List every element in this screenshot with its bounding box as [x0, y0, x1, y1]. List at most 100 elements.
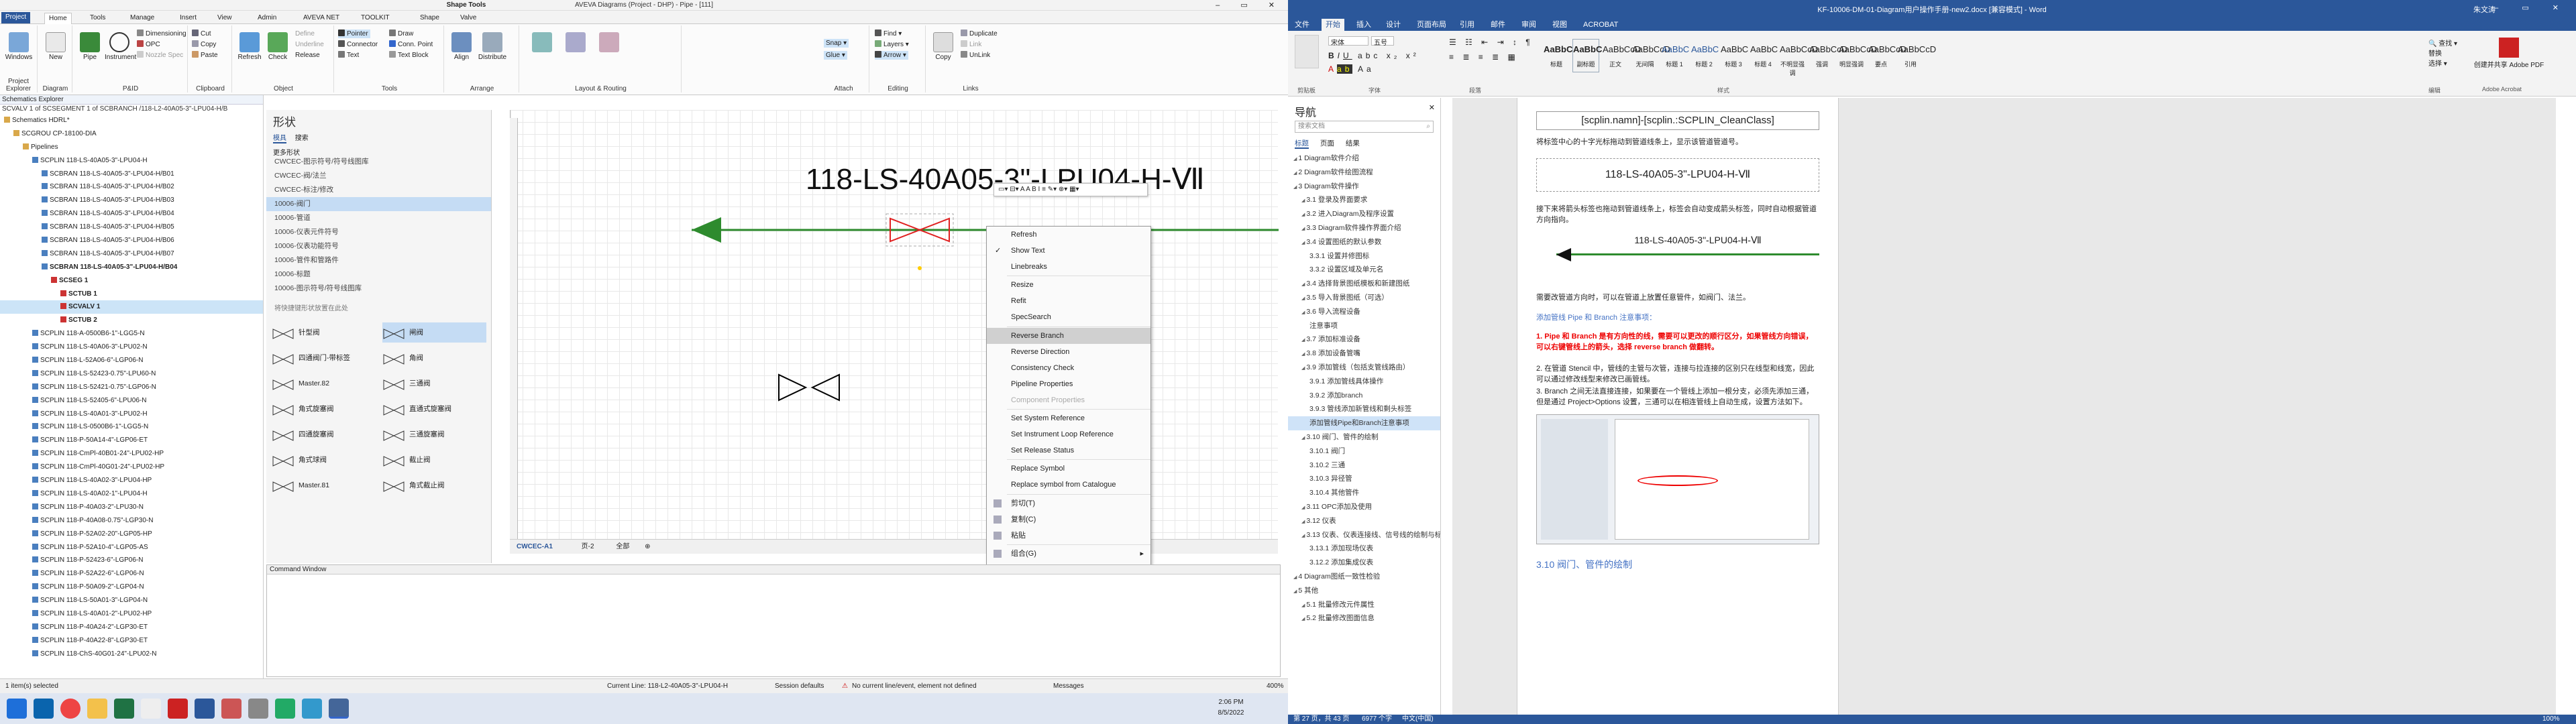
tree-item[interactable]: SCPLIN 118-L-52A06-6"-LGP06-N: [0, 354, 263, 367]
paste-button[interactable]: Paste: [192, 51, 218, 60]
tree-item[interactable]: SCPLIN 118-P-50A14-4"-LGP06-ET: [0, 434, 263, 447]
context-menu-item[interactable]: Component Properties: [987, 392, 1150, 408]
find-replace[interactable]: 🔍 查找 ▾ 替换 选择 ▾: [2428, 38, 2457, 68]
stencil-shape[interactable]: 闸阀: [382, 322, 486, 343]
word-tab-2[interactable]: 插入: [1352, 19, 1375, 31]
explorer-filter[interactable]: SCVALV 1 of SCSEGMENT 1 of SCBRANCH /118…: [0, 105, 263, 114]
aveva-icon[interactable]: [329, 699, 349, 719]
acrobat-create-pdf[interactable]: 创建并共享 Adobe PDF: [2469, 38, 2549, 69]
tree-item[interactable]: SCBRAN 118-LS-40A05-3"-LPU04-H/B01: [0, 168, 263, 181]
free-valve-left[interactable]: [778, 373, 808, 402]
nav-heading[interactable]: ◢ 3.5 导入背景图纸（可选）: [1288, 291, 1440, 305]
paste-button-word[interactable]: [1295, 35, 1319, 68]
status-page[interactable]: 第 27 页，共 43 页: [1293, 715, 1349, 724]
stencil-shape[interactable]: 角阀: [382, 348, 486, 368]
nav-heading[interactable]: 3.13.1 添加现场仪表: [1288, 542, 1440, 556]
pipe-button[interactable]: Pipe: [75, 29, 105, 61]
acrobat-icon[interactable]: [168, 699, 188, 719]
sheet-tab-a1[interactable]: CWCEC-A1: [517, 543, 553, 550]
excel-icon[interactable]: [114, 699, 134, 719]
nav-heading[interactable]: 注意事项: [1288, 319, 1440, 333]
tree-item[interactable]: SCBRAN 118-LS-40A05-3"-LPU04-H/B06: [0, 234, 263, 247]
context-menu-item[interactable]: Replace Symbol: [987, 461, 1150, 477]
stencil-shape[interactable]: 截止阀: [382, 450, 486, 470]
tree-item[interactable]: SCPLIN 118-LS-0500B6-1"-LGG5-N: [0, 420, 263, 434]
context-menu-item[interactable]: Consistency Check: [987, 360, 1150, 376]
nav-heading[interactable]: 3.3.2 设置区域及单元名: [1288, 263, 1440, 277]
nav-search-input[interactable]: 搜索文档 ⌕: [1295, 121, 1434, 133]
context-menu-item[interactable]: Set Instrument Loop Reference: [987, 426, 1150, 442]
aveva-tab-0[interactable]: Project: [1, 12, 31, 23]
context-menu-item[interactable]: Linebreaks: [987, 259, 1150, 275]
tab-search[interactable]: 搜索: [295, 135, 309, 142]
dimensioning-button[interactable]: Dimensioning: [137, 29, 186, 38]
tree-item[interactable]: SCBRAN 118-LS-40A05-3"-LPU04-H/B04: [0, 261, 263, 274]
tree-item[interactable]: SCTUB 2: [0, 314, 263, 327]
stencil-item[interactable]: 10006-标题: [266, 267, 491, 282]
style-1[interactable]: AaBbC 副标题: [1572, 39, 1602, 72]
stencil-shape[interactable]: 角式截止阀: [382, 475, 486, 495]
nav-heading[interactable]: ◢ 3.3 Diagram软件操作界面介绍: [1288, 221, 1440, 235]
tree-item[interactable]: SCPLIN 118-CmPl-40G01-24"-LPU02-HP: [0, 461, 263, 474]
status-word-zoom[interactable]: 100%: [2542, 715, 2560, 724]
style-9[interactable]: AaBbCcD 强调: [1809, 39, 1847, 72]
style-11[interactable]: AaBbCcD 要点: [1868, 39, 1907, 72]
stencil-shape[interactable]: 三通阀: [382, 373, 486, 394]
aveva-tab-9[interactable]: Shape: [416, 13, 443, 24]
nav-close-icon[interactable]: ✕: [1429, 103, 1435, 112]
tree-item[interactable]: SCTUB 1: [0, 288, 263, 301]
style-12[interactable]: AaBbCcD 引用: [1897, 39, 1936, 72]
drawing-canvas[interactable]: 118-LS-40A05-3"-LPU04-H-Ⅶ ▭▾ ⊟▾ A A B I …: [510, 110, 1279, 539]
nav-heading[interactable]: ◢ 3.4 选择背景图纸模板和新建图纸: [1288, 277, 1440, 291]
word-tab-4[interactable]: 页面布局: [1413, 19, 1450, 31]
context-menu-item[interactable]: Resize: [987, 277, 1150, 293]
status-words[interactable]: 6977 个字: [1362, 715, 1392, 724]
font-color-buttons[interactable]: Aab Aa: [1328, 64, 1375, 74]
tree-item[interactable]: SCGROU CP-18100-DIA: [0, 127, 263, 141]
nav-heading[interactable]: ◢ 5.2 批量修改图面信息: [1288, 611, 1440, 625]
tree-item[interactable]: SCPLIN 118-LS-52423-0.75"-LPU60-N: [0, 367, 263, 381]
add-sheet-icon[interactable]: ⊕: [645, 543, 650, 550]
chrome-icon[interactable]: [60, 699, 80, 719]
nav-heading[interactable]: 3.10.4 其他管件: [1288, 486, 1440, 500]
tree-item[interactable]: SCPLIN 118-LS-40A02-3"-LPU04-HP: [0, 474, 263, 487]
nav-heading[interactable]: 3.3.1 设置并修图标: [1288, 249, 1440, 263]
new-diagram-button[interactable]: New: [41, 29, 70, 61]
tree-item[interactable]: SCPLIN 118-LS-40A05-3"-LPU04-H: [0, 154, 263, 168]
nav-heading[interactable]: ◢ 4 Diagram图纸一致性检验: [1288, 570, 1440, 584]
font-format-buttons[interactable]: BIU abc x₂ x²: [1328, 51, 1419, 60]
stencil-item[interactable]: 10006-仪表元件符号: [266, 225, 491, 239]
arrow-button[interactable]: Arrow ▾: [875, 51, 908, 60]
tree-item[interactable]: SCBRAN 118-LS-40A05-3"-LPU04-H/B03: [0, 194, 263, 207]
nav-heading[interactable]: ◢ 3.6 导入流程设备: [1288, 305, 1440, 319]
snap-toggle[interactable]: Snap ▾: [824, 39, 849, 48]
tree-item[interactable]: SCBRAN 118-LS-40A05-3"-LPU04-H/B05: [0, 221, 263, 234]
sheet-tab-all[interactable]: 全部: [616, 543, 629, 550]
more-shapes[interactable]: 更多形状: [266, 143, 491, 157]
tree-item[interactable]: SCPLIN 118-ChS-40G01-24"-LPU02-N: [0, 648, 263, 661]
conn-point-tool[interactable]: Conn. Point: [389, 40, 433, 49]
tree-item[interactable]: SCPLIN 118-P-40A08-0.75"-LGP30-N: [0, 514, 263, 528]
tree-item[interactable]: SCPLIN 118-P-50A09-2"-LGP04-N: [0, 581, 263, 594]
nav-heading[interactable]: ◢ 3.4 设置图纸的默认参数: [1288, 235, 1440, 249]
tree-item[interactable]: SCPLIN 118-P-40A22-8"-LGP30-ET: [0, 634, 263, 648]
context-menu-item[interactable]: Pipeline Properties: [987, 376, 1150, 392]
style-2[interactable]: AaBbCcD 正文: [1602, 39, 1641, 72]
nav-heading[interactable]: ◢ 5.1 批量修改元件属性: [1288, 598, 1440, 612]
nav-heading[interactable]: 添加管线Pipe和Branch注意事项: [1288, 416, 1440, 430]
align-button[interactable]: Align: [447, 29, 476, 61]
stencil-item[interactable]: 10006-阀门: [266, 197, 491, 211]
stencil-item[interactable]: 10006-仪表功能符号: [266, 239, 491, 253]
alignment-buttons[interactable]: ≡ ≣ ≡ ≣ ▦: [1449, 52, 1519, 62]
style-3[interactable]: AaBbCcD 无间隔: [1631, 39, 1670, 72]
glue-toggle[interactable]: Glue ▾: [824, 51, 847, 60]
tree-item[interactable]: Schematics HDRL*: [0, 114, 263, 127]
stencil-shape[interactable]: 角式球阀: [272, 450, 376, 470]
word-tab-7[interactable]: 审阅: [1517, 19, 1540, 31]
stencil-shape[interactable]: 角式旋塞阀: [272, 399, 376, 419]
nav-heading[interactable]: ◢ 3.12 仪表: [1288, 514, 1440, 528]
tree-item[interactable]: Pipelines: [0, 141, 263, 154]
nav-heading[interactable]: 3.10.1 阀门: [1288, 444, 1440, 459]
window-controls[interactable]: – ▭ ✕: [1216, 1, 1284, 9]
aveva-tab-6[interactable]: Admin: [254, 13, 280, 24]
